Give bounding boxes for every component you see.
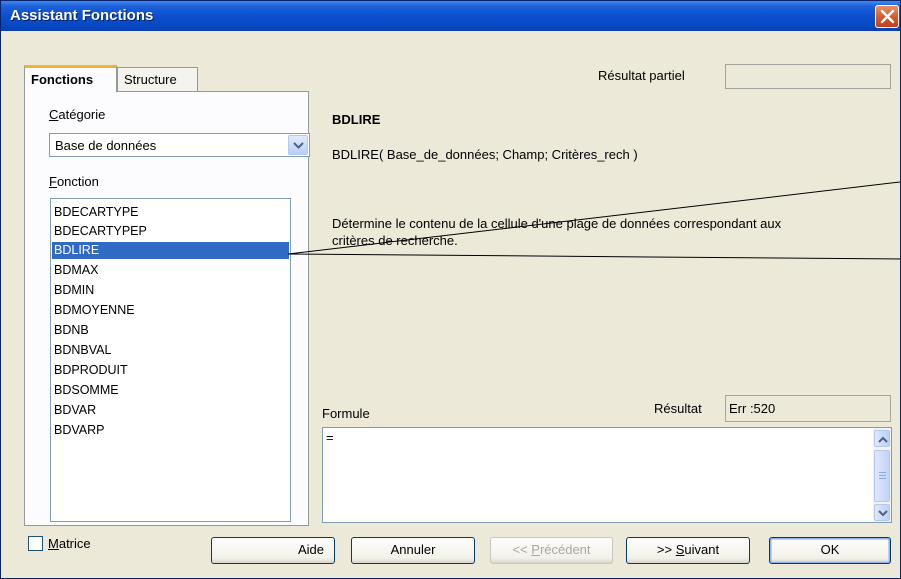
grip-line (879, 475, 886, 476)
window-title: Assistant Fonctions (10, 7, 154, 24)
function-signature: BDLIRE( Base_de_données; Champ; Critères… (332, 147, 638, 162)
title-bar[interactable]: Assistant Fonctions (1, 1, 900, 31)
function-description-line-2: critères de recherche. (332, 233, 458, 248)
tab-structure[interactable]: Structure (117, 67, 198, 91)
chevron-down-icon (878, 510, 888, 517)
function-description-line-1: Détermine le contenu de la cellule d'une… (332, 216, 782, 231)
list-item[interactable]: BDSOMME (52, 382, 289, 399)
close-button[interactable] (875, 5, 899, 28)
list-item[interactable]: BDMOYENNE (52, 302, 289, 319)
grip-line (879, 478, 886, 479)
function-description: Détermine le contenu de la cellule d'une… (332, 215, 877, 249)
function-wizard-dialog: Assistant Fonctions Fonctions Structure … (0, 0, 901, 579)
list-item[interactable]: BDMIN (52, 282, 289, 299)
list-item[interactable]: BDNBVAL (52, 342, 289, 359)
list-item[interactable]: BDVARP (52, 422, 289, 439)
function-list[interactable]: BDECARTYPE BDECARTYPEP BDLIRE BDMAX BDMI… (50, 198, 291, 522)
chevron-up-icon (878, 436, 888, 443)
list-item[interactable]: BDVAR (52, 402, 289, 419)
tab-functions[interactable]: Fonctions (24, 65, 117, 92)
list-item[interactable]: BDPRODUIT (52, 362, 289, 379)
help-button[interactable]: Aide (211, 537, 335, 564)
scroll-thumb[interactable] (874, 450, 890, 502)
next-button[interactable]: >> Suivant (626, 537, 750, 564)
close-icon (880, 9, 895, 24)
formula-text: = (326, 430, 334, 445)
function-name: BDLIRE (332, 112, 381, 127)
partial-result-label: Résultat partiel (598, 68, 685, 83)
list-item[interactable]: BDMAX (52, 262, 289, 279)
partial-result-field (725, 64, 891, 89)
category-dropdown-button[interactable] (288, 135, 308, 155)
function-label: Fonction (49, 174, 99, 189)
result-label: Résultat (654, 401, 702, 416)
list-item[interactable]: BDNB (52, 322, 289, 339)
scroll-down-button[interactable] (874, 504, 890, 521)
ok-button[interactable]: OK (769, 537, 891, 564)
grip-line (879, 472, 886, 473)
matrix-label[interactable]: Matrice (48, 536, 91, 551)
list-item[interactable]: BDECARTYPEP (52, 223, 289, 240)
matrix-checkbox[interactable] (28, 536, 43, 551)
functions-panel: Catégorie Base de données Fonction BDECA… (24, 91, 310, 526)
scroll-up-button[interactable] (874, 430, 890, 447)
chevron-down-icon (293, 142, 304, 149)
category-label: Catégorie (49, 107, 106, 122)
formula-input[interactable]: = (322, 427, 892, 523)
cancel-button[interactable]: Annuler (351, 537, 475, 564)
list-item-selected[interactable]: BDLIRE (52, 242, 289, 259)
previous-button[interactable]: << Précédent (490, 537, 613, 564)
formula-label: Formule (322, 406, 370, 421)
category-selected-value: Base de données (55, 138, 157, 153)
formula-scrollbar[interactable] (873, 428, 891, 522)
list-item[interactable]: BDECARTYPE (52, 204, 289, 221)
category-dropdown[interactable]: Base de données (49, 133, 310, 157)
result-field: Err :520 (725, 395, 891, 422)
